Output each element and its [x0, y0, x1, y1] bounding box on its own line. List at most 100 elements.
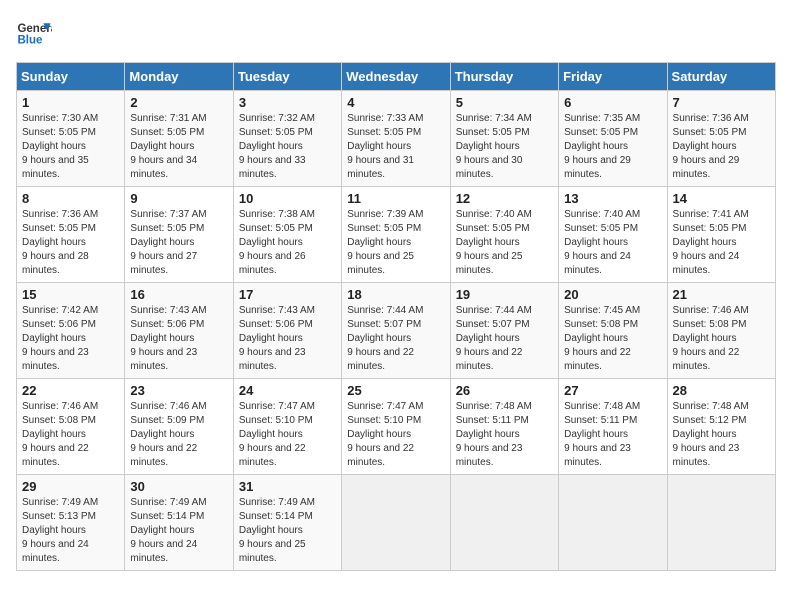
day-number: 29 [22, 479, 119, 494]
day-info: Sunrise: 7:49 AM Sunset: 5:14 PM Dayligh… [130, 496, 227, 566]
calendar-cell: 23 Sunrise: 7:46 AM Sunset: 5:09 PM Dayl… [125, 379, 233, 475]
calendar-cell: 19 Sunrise: 7:44 AM Sunset: 5:07 PM Dayl… [450, 283, 558, 379]
day-number: 23 [130, 383, 227, 398]
day-info: Sunrise: 7:43 AM Sunset: 5:06 PM Dayligh… [239, 304, 336, 374]
day-info: Sunrise: 7:48 AM Sunset: 5:11 PM Dayligh… [456, 400, 553, 470]
day-info: Sunrise: 7:42 AM Sunset: 5:06 PM Dayligh… [22, 304, 119, 374]
day-number: 8 [22, 191, 119, 206]
col-header-friday: Friday [559, 63, 667, 91]
day-info: Sunrise: 7:31 AM Sunset: 5:05 PM Dayligh… [130, 112, 227, 182]
day-info: Sunrise: 7:48 AM Sunset: 5:12 PM Dayligh… [673, 400, 770, 470]
col-header-tuesday: Tuesday [233, 63, 341, 91]
logo-icon: General Blue [16, 16, 52, 52]
calendar-cell: 31 Sunrise: 7:49 AM Sunset: 5:14 PM Dayl… [233, 475, 341, 571]
day-info: Sunrise: 7:36 AM Sunset: 5:05 PM Dayligh… [22, 208, 119, 278]
day-info: Sunrise: 7:49 AM Sunset: 5:13 PM Dayligh… [22, 496, 119, 566]
day-info: Sunrise: 7:49 AM Sunset: 5:14 PM Dayligh… [239, 496, 336, 566]
calendar-cell: 24 Sunrise: 7:47 AM Sunset: 5:10 PM Dayl… [233, 379, 341, 475]
day-number: 10 [239, 191, 336, 206]
day-number: 12 [456, 191, 553, 206]
day-number: 19 [456, 287, 553, 302]
calendar-cell: 21 Sunrise: 7:46 AM Sunset: 5:08 PM Dayl… [667, 283, 775, 379]
calendar-cell: 7 Sunrise: 7:36 AM Sunset: 5:05 PM Dayli… [667, 91, 775, 187]
day-number: 2 [130, 95, 227, 110]
calendar-cell: 22 Sunrise: 7:46 AM Sunset: 5:08 PM Dayl… [17, 379, 125, 475]
day-number: 7 [673, 95, 770, 110]
day-info: Sunrise: 7:43 AM Sunset: 5:06 PM Dayligh… [130, 304, 227, 374]
calendar-cell: 13 Sunrise: 7:40 AM Sunset: 5:05 PM Dayl… [559, 187, 667, 283]
day-number: 9 [130, 191, 227, 206]
day-info: Sunrise: 7:38 AM Sunset: 5:05 PM Dayligh… [239, 208, 336, 278]
day-number: 25 [347, 383, 444, 398]
day-number: 27 [564, 383, 661, 398]
day-number: 1 [22, 95, 119, 110]
calendar-cell: 2 Sunrise: 7:31 AM Sunset: 5:05 PM Dayli… [125, 91, 233, 187]
day-info: Sunrise: 7:35 AM Sunset: 5:05 PM Dayligh… [564, 112, 661, 182]
page-header: General Blue [16, 16, 776, 52]
col-header-wednesday: Wednesday [342, 63, 450, 91]
calendar-cell [450, 475, 558, 571]
day-number: 4 [347, 95, 444, 110]
col-header-saturday: Saturday [667, 63, 775, 91]
day-info: Sunrise: 7:36 AM Sunset: 5:05 PM Dayligh… [673, 112, 770, 182]
calendar-cell: 17 Sunrise: 7:43 AM Sunset: 5:06 PM Dayl… [233, 283, 341, 379]
day-info: Sunrise: 7:46 AM Sunset: 5:08 PM Dayligh… [673, 304, 770, 374]
calendar-cell: 26 Sunrise: 7:48 AM Sunset: 5:11 PM Dayl… [450, 379, 558, 475]
calendar-week-4: 22 Sunrise: 7:46 AM Sunset: 5:08 PM Dayl… [17, 379, 776, 475]
calendar-cell: 14 Sunrise: 7:41 AM Sunset: 5:05 PM Dayl… [667, 187, 775, 283]
svg-text:Blue: Blue [17, 34, 43, 46]
col-header-monday: Monday [125, 63, 233, 91]
calendar-cell: 5 Sunrise: 7:34 AM Sunset: 5:05 PM Dayli… [450, 91, 558, 187]
calendar-cell: 16 Sunrise: 7:43 AM Sunset: 5:06 PM Dayl… [125, 283, 233, 379]
day-number: 6 [564, 95, 661, 110]
day-number: 31 [239, 479, 336, 494]
calendar-cell: 6 Sunrise: 7:35 AM Sunset: 5:05 PM Dayli… [559, 91, 667, 187]
day-number: 26 [456, 383, 553, 398]
calendar-cell: 30 Sunrise: 7:49 AM Sunset: 5:14 PM Dayl… [125, 475, 233, 571]
calendar-cell: 28 Sunrise: 7:48 AM Sunset: 5:12 PM Dayl… [667, 379, 775, 475]
calendar-cell: 8 Sunrise: 7:36 AM Sunset: 5:05 PM Dayli… [17, 187, 125, 283]
calendar-cell: 10 Sunrise: 7:38 AM Sunset: 5:05 PM Dayl… [233, 187, 341, 283]
calendar-cell: 25 Sunrise: 7:47 AM Sunset: 5:10 PM Dayl… [342, 379, 450, 475]
day-info: Sunrise: 7:47 AM Sunset: 5:10 PM Dayligh… [347, 400, 444, 470]
calendar-cell: 4 Sunrise: 7:33 AM Sunset: 5:05 PM Dayli… [342, 91, 450, 187]
day-info: Sunrise: 7:39 AM Sunset: 5:05 PM Dayligh… [347, 208, 444, 278]
calendar-cell [342, 475, 450, 571]
day-number: 22 [22, 383, 119, 398]
col-header-thursday: Thursday [450, 63, 558, 91]
day-info: Sunrise: 7:32 AM Sunset: 5:05 PM Dayligh… [239, 112, 336, 182]
calendar-week-1: 1 Sunrise: 7:30 AM Sunset: 5:05 PM Dayli… [17, 91, 776, 187]
calendar-body: 1 Sunrise: 7:30 AM Sunset: 5:05 PM Dayli… [17, 91, 776, 571]
day-info: Sunrise: 7:45 AM Sunset: 5:08 PM Dayligh… [564, 304, 661, 374]
calendar-cell: 20 Sunrise: 7:45 AM Sunset: 5:08 PM Dayl… [559, 283, 667, 379]
calendar-cell: 15 Sunrise: 7:42 AM Sunset: 5:06 PM Dayl… [17, 283, 125, 379]
day-number: 20 [564, 287, 661, 302]
day-number: 17 [239, 287, 336, 302]
day-info: Sunrise: 7:34 AM Sunset: 5:05 PM Dayligh… [456, 112, 553, 182]
day-number: 24 [239, 383, 336, 398]
calendar-table: SundayMondayTuesdayWednesdayThursdayFrid… [16, 62, 776, 571]
calendar-cell: 9 Sunrise: 7:37 AM Sunset: 5:05 PM Dayli… [125, 187, 233, 283]
day-number: 18 [347, 287, 444, 302]
day-info: Sunrise: 7:47 AM Sunset: 5:10 PM Dayligh… [239, 400, 336, 470]
day-info: Sunrise: 7:30 AM Sunset: 5:05 PM Dayligh… [22, 112, 119, 182]
day-info: Sunrise: 7:46 AM Sunset: 5:08 PM Dayligh… [22, 400, 119, 470]
day-number: 5 [456, 95, 553, 110]
day-info: Sunrise: 7:46 AM Sunset: 5:09 PM Dayligh… [130, 400, 227, 470]
day-info: Sunrise: 7:48 AM Sunset: 5:11 PM Dayligh… [564, 400, 661, 470]
day-info: Sunrise: 7:40 AM Sunset: 5:05 PM Dayligh… [564, 208, 661, 278]
day-number: 30 [130, 479, 227, 494]
calendar-week-2: 8 Sunrise: 7:36 AM Sunset: 5:05 PM Dayli… [17, 187, 776, 283]
calendar-cell: 29 Sunrise: 7:49 AM Sunset: 5:13 PM Dayl… [17, 475, 125, 571]
calendar-week-3: 15 Sunrise: 7:42 AM Sunset: 5:06 PM Dayl… [17, 283, 776, 379]
day-number: 15 [22, 287, 119, 302]
calendar-cell: 1 Sunrise: 7:30 AM Sunset: 5:05 PM Dayli… [17, 91, 125, 187]
day-info: Sunrise: 7:44 AM Sunset: 5:07 PM Dayligh… [347, 304, 444, 374]
day-info: Sunrise: 7:37 AM Sunset: 5:05 PM Dayligh… [130, 208, 227, 278]
calendar-cell: 11 Sunrise: 7:39 AM Sunset: 5:05 PM Dayl… [342, 187, 450, 283]
day-number: 28 [673, 383, 770, 398]
day-info: Sunrise: 7:41 AM Sunset: 5:05 PM Dayligh… [673, 208, 770, 278]
calendar-cell: 18 Sunrise: 7:44 AM Sunset: 5:07 PM Dayl… [342, 283, 450, 379]
calendar-cell: 3 Sunrise: 7:32 AM Sunset: 5:05 PM Dayli… [233, 91, 341, 187]
logo: General Blue [16, 16, 52, 52]
